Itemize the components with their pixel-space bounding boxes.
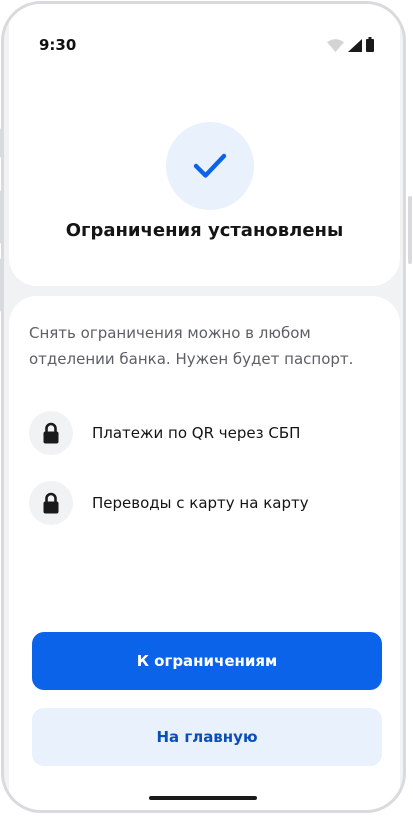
limit-label: Переводы с карту на карту (92, 494, 309, 512)
checkmark-icon (193, 153, 227, 178)
success-badge (166, 122, 254, 210)
lock-badge (29, 411, 73, 455)
wifi-icon (327, 39, 344, 52)
limit-item-card-transfers: Переводы с карту на карту (29, 480, 386, 526)
limit-item-qr-payments: Платежи по QR через СБП (29, 410, 386, 456)
battery-icon (366, 37, 374, 52)
details-card: Снять ограничения можно в любом отделени… (9, 296, 400, 810)
success-card: 9:30 Ограничения установлены (9, 4, 400, 286)
lock-icon (43, 492, 59, 514)
page-title: Ограничения установлены (65, 220, 344, 241)
status-icons (327, 36, 374, 52)
phone-frame: 9:30 Ограничения установлены Снять огран… (1, 1, 406, 813)
side-button-power (408, 196, 412, 264)
lock-icon (43, 422, 59, 444)
go-home-button[interactable]: На главную (32, 708, 382, 766)
go-to-limits-button[interactable]: К ограничениям (32, 632, 382, 690)
status-time: 9:30 (39, 36, 77, 54)
status-bar: 9:30 (9, 4, 400, 64)
description-text: Снять ограничения можно в любом отделени… (29, 324, 354, 368)
home-indicator[interactable] (149, 796, 257, 800)
cellular-signal-icon (348, 39, 362, 52)
limit-label: Платежи по QR через СБП (92, 424, 301, 442)
lock-badge (29, 481, 73, 525)
